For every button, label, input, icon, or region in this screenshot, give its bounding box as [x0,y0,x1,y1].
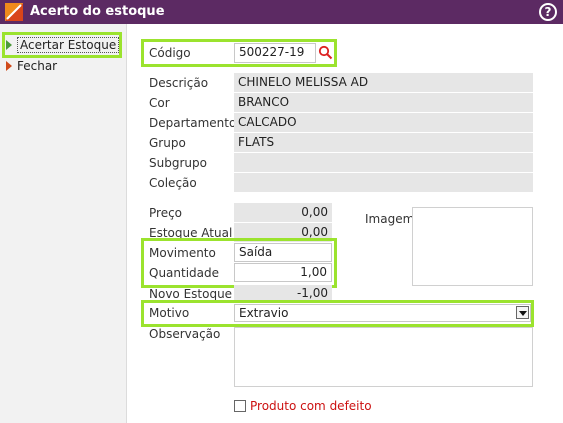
grupo-label: Grupo [149,136,186,150]
produto-defeito-label[interactable]: Produto com defeito [250,399,372,413]
quantidade-label: Quantidade [149,266,220,280]
motivo-label: Motivo [149,306,190,320]
colecao-field [234,173,533,192]
descricao-field: CHINELO MELISSA AD [234,73,533,92]
motivo-select[interactable]: Extravio [234,304,531,322]
sidebar-item-label: Fechar [17,59,58,73]
codigo-label: Código [149,46,191,60]
descricao-label: Descrição [149,76,209,90]
subgrupo-label: Subgrupo [149,156,207,170]
play-arrow-icon [6,61,12,71]
departamento-label: Departamento [149,116,237,130]
cor-field: BRANCO [234,93,533,112]
movimento-input[interactable]: Saída [234,243,332,262]
novo-estoque-label: Novo Estoque [149,287,233,301]
colecao-label: Coleção [149,176,197,190]
quantidade-input[interactable]: 1,00 [234,263,332,282]
sidebar-item-label: Acertar Estoque [17,37,120,53]
chevron-down-icon[interactable] [516,306,529,319]
help-icon[interactable]: ? [539,3,557,21]
produto-defeito-checkbox[interactable] [234,400,246,412]
title-bar: Acerto do estoque ? [0,0,563,24]
observacao-textarea[interactable] [234,327,533,387]
subgrupo-field [234,153,533,172]
preco-label: Preço [149,206,183,220]
departamento-field: CALCADO [234,113,533,132]
window-title: Acerto do estoque [30,4,165,19]
estoque-atual-field: 0,00 [234,223,332,242]
product-image-box [412,207,533,286]
motivo-selected-value: Extravio [239,306,289,320]
sidebar-item-fechar[interactable]: Fechar [6,59,57,77]
novo-estoque-field: -1,00 [234,285,332,301]
play-arrow-icon [6,40,12,50]
app-logo-icon [5,3,23,21]
observacao-label: Observação [149,327,221,341]
search-icon[interactable] [318,45,333,60]
codigo-input[interactable]: 500227-19 [234,43,316,63]
preco-field: 0,00 [234,203,332,222]
sidebar-item-acertar-estoque[interactable]: Acertar Estoque [6,37,120,56]
cor-label: Cor [149,96,170,110]
movimento-label: Movimento [149,246,216,260]
estoque-atual-label: Estoque Atual [149,226,233,240]
imagem-label: Imagem [365,212,415,226]
sidebar: Acertar Estoque Fechar [0,24,127,423]
grupo-field: FLATS [234,133,533,152]
